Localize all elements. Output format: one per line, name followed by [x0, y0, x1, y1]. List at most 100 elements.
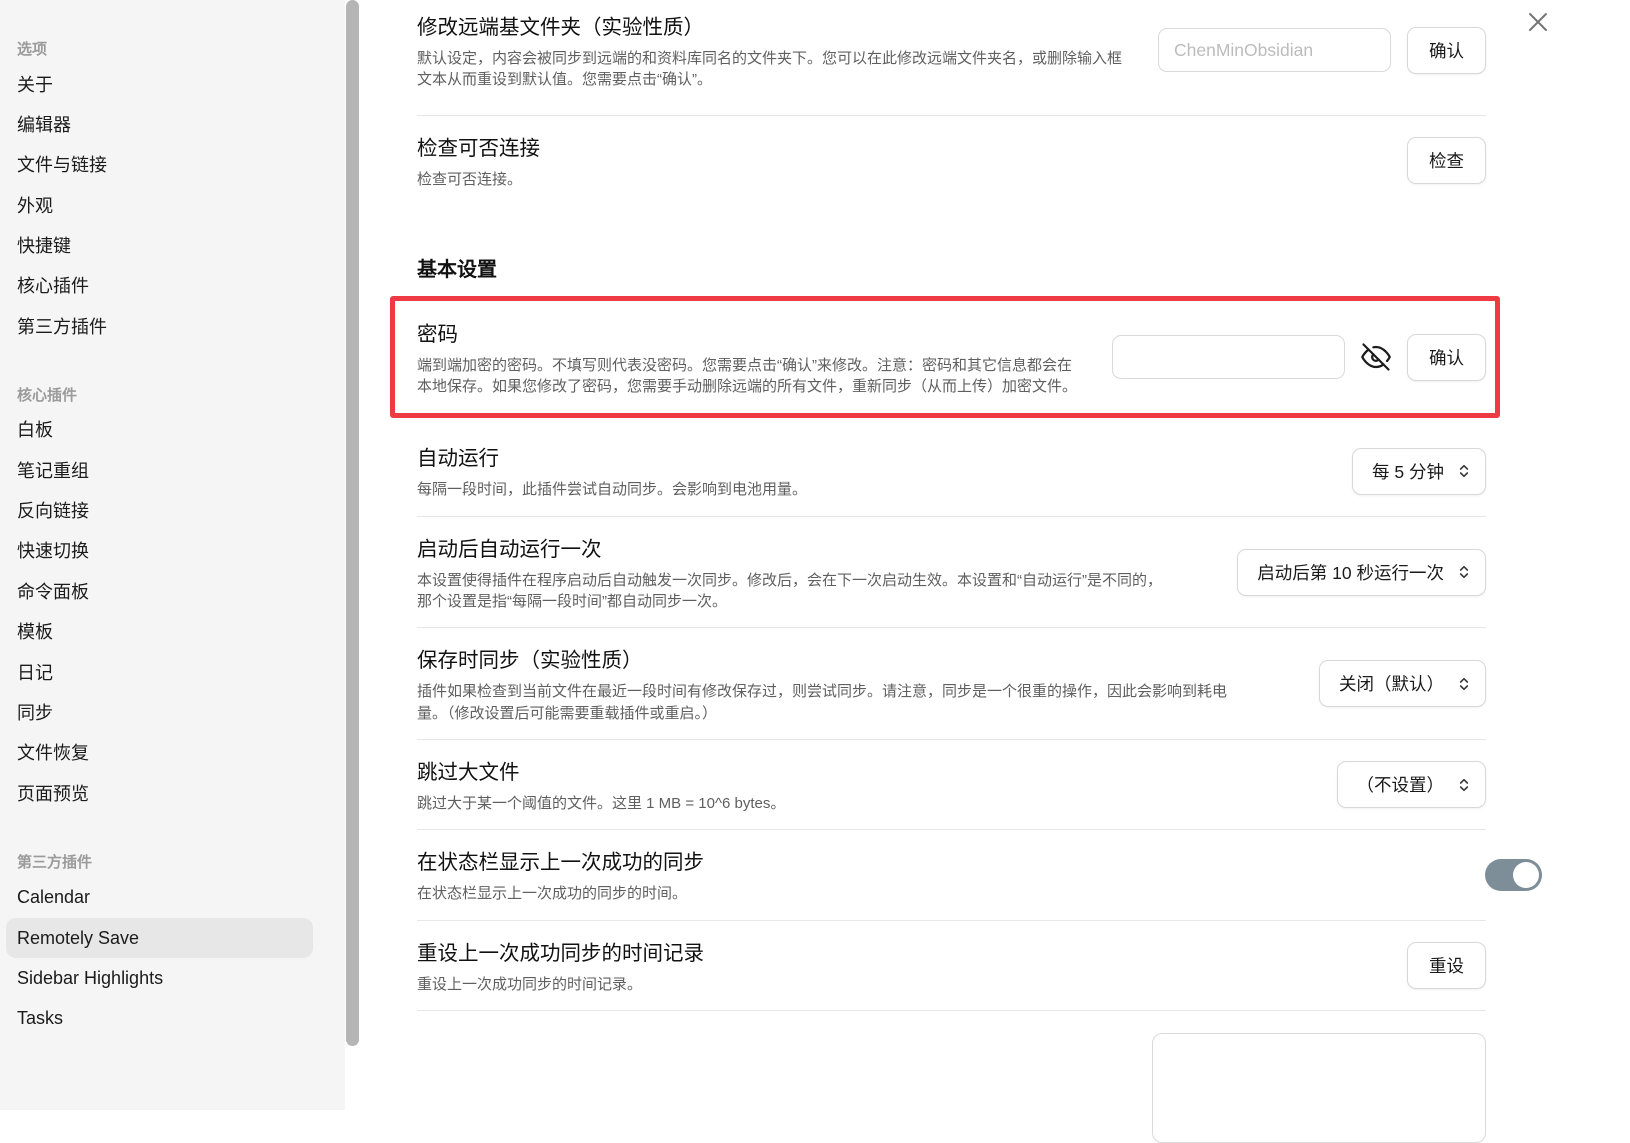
setting-title: 检查可否连接	[417, 136, 540, 160]
setting-controls: （不设置）	[1336, 761, 1486, 809]
sidebar-group-options: 选项 关于 编辑器 文件与链接 外观 快捷键 核心插件 第三方插件	[6, 38, 363, 348]
setting-description: 跳过大于某一个阈值的文件。这里 1 MB = 10^6 bytes。	[417, 794, 786, 812]
setting-title: 密码	[417, 322, 458, 346]
setting-row-run-once-on-start: 启动后自动运行一次 本设置使得插件在程序启动后自动触发一次同步。修改后，会在下一…	[417, 515, 1486, 628]
sidebar-item-page-preview[interactable]: 页面预览	[6, 774, 313, 814]
setting-row-skip-large-files: 跳过大文件 跳过大于某一个阈值的文件。这里 1 MB = 10^6 bytes。…	[417, 738, 1486, 829]
setting-description: 插件如果检查到当前文件在最近一段时间有修改保存过，则尝试同步。请注意，同步是一个…	[417, 683, 1228, 722]
sidebar-group-header-community-plugins: 第三方插件	[17, 853, 93, 871]
sidebar-item-calendar[interactable]: Calendar	[6, 878, 313, 918]
setting-description: 本设置使得插件在程序启动后自动触发一次同步。修改后，会在下一次启动生效。本设置和…	[417, 571, 1162, 611]
sidebar-item-appearance[interactable]: 外观	[6, 186, 313, 226]
sidebar-item-remotely-save[interactable]: Remotely Save	[6, 918, 313, 959]
sidebar-item-core-plugins[interactable]: 核心插件	[6, 267, 313, 307]
setting-controls: 确认	[1158, 26, 1486, 74]
setting-info: 重设上一次成功同步的时间记录 重设上一次成功同步的时间记录。	[417, 936, 734, 995]
sidebar-item-editor[interactable]: 编辑器	[6, 105, 313, 145]
setting-info: 保存时同步（实验性质） 插件如果检查到当前文件在最近一段时间有修改保存过，则尝试…	[417, 643, 1285, 724]
sidebar-item-hotkeys[interactable]: 快捷键	[6, 227, 313, 267]
sync-on-save-select[interactable]: 关闭（默认）	[1319, 660, 1486, 708]
setting-row-password: 密码 端到端加密的密码。不填写则代表没密码。您需要点击“确认”来修改。注意：密码…	[390, 295, 1500, 419]
section-divider	[417, 1009, 1486, 1011]
close-icon[interactable]	[1526, 10, 1550, 34]
sidebar-item-note-composer[interactable]: 笔记重组	[6, 451, 313, 491]
sidebar-item-command-palette[interactable]: 命令面板	[6, 572, 313, 612]
check-connectivity-button[interactable]: 检查	[1407, 136, 1486, 184]
setting-controls: 启动后第 10 秒运行一次	[1237, 548, 1486, 596]
sidebar-item-daily-notes[interactable]: 日记	[6, 653, 313, 693]
setting-controls: 重设	[1407, 941, 1486, 989]
password-confirm-button[interactable]: 确认	[1407, 333, 1486, 381]
sidebar-item-quick-switcher[interactable]: 快速切换	[6, 532, 313, 572]
sidebar-item-about[interactable]: 关于	[6, 65, 313, 105]
chevrons-up-down-icon	[1459, 677, 1469, 690]
setting-title: 启动后自动运行一次	[417, 537, 602, 561]
skip-large-files-selected-value: （不设置）	[1356, 775, 1445, 796]
setting-info: 跳过大文件 跳过大于某一个阈值的文件。这里 1 MB = 10^6 bytes。	[417, 755, 815, 814]
setting-title: 在状态栏显示上一次成功的同步	[417, 851, 704, 875]
setting-info: 检查可否连接 检查可否连接。	[417, 131, 570, 190]
setting-info: 修改远端基文件夹（实验性质） 默认设定，内容会被同步到远端的和资料库同名的文件夹…	[417, 10, 1158, 91]
sidebar-item-community-plugins[interactable]: 第三方插件	[6, 307, 313, 347]
setting-row-sync-on-save: 保存时同步（实验性质） 插件如果检查到当前文件在最近一段时间有修改保存过，则尝试…	[417, 627, 1486, 739]
auto-run-select[interactable]: 每 5 分钟	[1352, 447, 1486, 495]
setting-title: 跳过大文件	[417, 760, 520, 784]
setting-description: 在状态栏显示上一次成功的同步的时间。	[417, 885, 688, 903]
remote-base-dir-confirm-button[interactable]: 确认	[1407, 26, 1486, 74]
setting-description: 每隔一段时间，此插件尝试自动同步。会影响到电池用量。	[417, 481, 808, 499]
setting-info: 密码 端到端加密的密码。不填写则代表没密码。您需要点击“确认”来修改。注意：密码…	[417, 317, 1112, 398]
settings-content: 修改远端基文件夹（实验性质） 默认设定，内容会被同步到远端的和资料库同名的文件夹…	[363, 0, 1630, 1143]
sidebar-group-header-core-plugins: 核心插件	[17, 386, 78, 404]
setting-title: 修改远端基文件夹（实验性质）	[417, 16, 704, 39]
sidebar-item-sidebar-highlights[interactable]: Sidebar Highlights	[6, 958, 313, 998]
setting-controls	[1485, 858, 1542, 891]
setting-title: 保存时同步（实验性质）	[417, 649, 643, 673]
sidebar-item-sync[interactable]: 同步	[6, 693, 313, 733]
password-input[interactable]	[1112, 335, 1345, 380]
eye-off-icon[interactable]	[1361, 342, 1391, 372]
sync-on-save-selected-value: 关闭（默认）	[1339, 674, 1444, 695]
remote-base-dir-input[interactable]	[1158, 28, 1391, 73]
sidebar-group-header-options: 选项	[17, 41, 48, 58]
setting-title: 重设上一次成功同步的时间记录	[417, 941, 704, 965]
sidebar-group-core-plugins: 核心插件 白板 笔记重组 反向链接 快速切换 命令面板 模板 日记 同步 文件恢…	[6, 384, 363, 815]
skip-large-files-select[interactable]: （不设置）	[1336, 761, 1486, 809]
setting-row-check-connectivity: 检查可否连接 检查可否连接。 检查	[417, 114, 1486, 205]
setting-row-remote-base-dir: 修改远端基文件夹（实验性质） 默认设定，内容会被同步到远端的和资料库同名的文件夹…	[417, 6, 1486, 115]
setting-controls: 检查	[1407, 136, 1486, 184]
chevrons-up-down-icon	[1459, 565, 1469, 579]
setting-title: 自动运行	[417, 447, 499, 471]
chevrons-up-down-icon	[1459, 464, 1469, 478]
auto-run-selected-value: 每 5 分钟	[1372, 461, 1444, 482]
sidebar-item-files-links[interactable]: 文件与链接	[6, 146, 313, 186]
sidebar-item-canvas[interactable]: 白板	[6, 411, 313, 451]
setting-controls: 每 5 分钟	[1352, 447, 1486, 495]
toggle-thumb	[1513, 861, 1539, 888]
setting-row-reset-last-sync-time: 重设上一次成功同步的时间记录 重设上一次成功同步的时间记录。 重设	[417, 919, 1486, 1010]
sidebar-item-templates[interactable]: 模板	[6, 613, 313, 653]
sidebar-item-tasks[interactable]: Tasks	[6, 999, 313, 1039]
setting-info: 启动后自动运行一次 本设置使得插件在程序启动后自动触发一次同步。修改后，会在下一…	[417, 532, 1199, 613]
setting-row-status-bar-last-sync: 在状态栏显示上一次成功的同步 在状态栏显示上一次成功的同步的时间。	[417, 829, 1542, 919]
settings-window: 选项 关于 编辑器 文件与链接 外观 快捷键 核心插件 第三方插件 核心插件 白…	[0, 0, 1630, 1143]
sidebar-item-backlinks[interactable]: 反向链接	[6, 492, 313, 532]
setting-controls: 确认	[1112, 333, 1486, 381]
setting-row-auto-run: 自动运行 每隔一段时间，此插件尝试自动同步。会影响到电池用量。 每 5 分钟	[417, 426, 1486, 515]
setting-controls: 关闭（默认）	[1319, 660, 1486, 708]
run-once-selected-value: 启动后第 10 秒运行一次	[1257, 562, 1444, 583]
status-bar-last-sync-toggle[interactable]	[1485, 858, 1542, 891]
setting-description: 端到端加密的密码。不填写则代表没密码。您需要点击“确认”来修改。注意：密码和其它…	[417, 356, 1078, 396]
section-heading-basic-settings: 基本设置	[417, 258, 497, 281]
partial-bottom-box[interactable]	[1152, 1032, 1486, 1143]
setting-description: 默认设定，内容会被同步到远端的和资料库同名的文件夹下。您可以在此修改远端文件夹名…	[417, 50, 1123, 89]
setting-info: 自动运行 每隔一段时间，此插件尝试自动同步。会影响到电池用量。	[417, 441, 837, 500]
chevrons-up-down-icon	[1459, 778, 1469, 791]
sidebar-scrollbar[interactable]	[346, 0, 359, 1046]
sidebar-item-file-recovery[interactable]: 文件恢复	[6, 734, 313, 774]
sidebar-group-community-plugins: 第三方插件 Calendar Remotely Save Sidebar Hig…	[6, 851, 363, 1040]
reset-last-sync-time-button[interactable]: 重设	[1407, 941, 1486, 989]
setting-info: 在状态栏显示上一次成功的同步 在状态栏显示上一次成功的同步的时间。	[417, 845, 734, 904]
setting-description: 检查可否连接。	[417, 170, 523, 188]
run-once-on-start-select[interactable]: 启动后第 10 秒运行一次	[1237, 548, 1486, 596]
settings-sidebar: 选项 关于 编辑器 文件与链接 外观 快捷键 核心插件 第三方插件 核心插件 白…	[0, 0, 363, 1110]
